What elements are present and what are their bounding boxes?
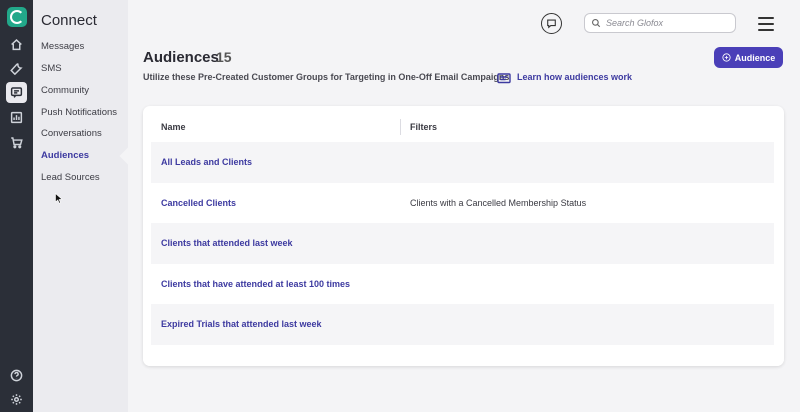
audience-name[interactable]: Expired Trials that attended last week — [161, 319, 322, 329]
plus-circle-icon — [722, 53, 731, 62]
add-audience-button[interactable]: Audience — [714, 47, 783, 68]
document-icon — [497, 71, 511, 84]
column-header-filters[interactable]: Filters — [410, 122, 437, 132]
sidebar-item-community[interactable]: Community — [41, 85, 89, 96]
icon-rail — [0, 0, 33, 412]
sidebar-item-sms[interactable]: SMS — [41, 63, 62, 74]
search-box[interactable] — [584, 13, 736, 33]
audience-name[interactable]: Cancelled Clients — [161, 198, 236, 208]
sidebar-item-audiences[interactable]: Audiences — [41, 150, 89, 161]
scroll-fade — [143, 352, 784, 366]
search-input[interactable] — [606, 18, 726, 28]
wrench-icon[interactable] — [6, 58, 27, 79]
sidebar-item-lead-sources[interactable]: Lead Sources — [41, 172, 100, 183]
glofox-logo-icon[interactable] — [7, 7, 27, 27]
chat-icon — [547, 19, 556, 29]
table-row[interactable]: Cancelled Clients Clients with a Cancell… — [151, 183, 774, 224]
table-row[interactable]: Expired Trials that attended last week — [151, 304, 774, 345]
table-row[interactable]: Clients that attended last week — [151, 223, 774, 264]
chat-button[interactable] — [541, 13, 562, 34]
home-icon[interactable] — [6, 34, 27, 55]
learn-audiences-link[interactable]: Learn how audiences work — [517, 72, 632, 82]
audience-count: 15 — [216, 49, 232, 65]
column-divider — [400, 119, 401, 135]
cart-icon[interactable] — [6, 132, 27, 153]
table-row[interactable]: Clients that have attended at least 100 … — [151, 264, 774, 305]
table-body: All Leads and Clients Cancelled Clients … — [151, 142, 774, 345]
page-title: Audiences — [143, 49, 219, 66]
add-audience-label: Audience — [734, 52, 776, 63]
search-icon — [592, 19, 601, 28]
message-square-icon[interactable] — [6, 82, 27, 103]
page-subtitle: Utilize these Pre-Created Customer Group… — [143, 72, 510, 82]
sidebar-title: Connect — [41, 12, 97, 29]
main-content: Audiences 15 Audience Utilize these Pre-… — [128, 0, 800, 412]
gear-icon[interactable] — [6, 389, 27, 410]
audiences-table: Name Filters All Leads and Clients Cance… — [143, 106, 784, 366]
column-header-name[interactable]: Name — [161, 122, 186, 132]
sidebar-item-messages[interactable]: Messages — [41, 41, 84, 52]
connect-sidebar: Connect Messages SMS Community Push Noti… — [33, 0, 128, 412]
audience-name[interactable]: Clients that attended last week — [161, 238, 293, 248]
audience-filter: Clients with a Cancelled Membership Stat… — [410, 197, 587, 208]
hamburger-menu-icon[interactable] — [758, 17, 774, 31]
audience-name[interactable]: All Leads and Clients — [161, 157, 252, 167]
sidebar-item-push-notifications[interactable]: Push Notifications — [41, 107, 117, 118]
bar-chart-icon[interactable] — [6, 107, 27, 128]
help-icon[interactable] — [6, 365, 27, 386]
sidebar-item-conversations[interactable]: Conversations — [41, 128, 102, 139]
mouse-cursor-icon — [55, 193, 63, 204]
table-row[interactable]: All Leads and Clients — [151, 142, 774, 183]
audience-name[interactable]: Clients that have attended at least 100 … — [161, 279, 350, 289]
